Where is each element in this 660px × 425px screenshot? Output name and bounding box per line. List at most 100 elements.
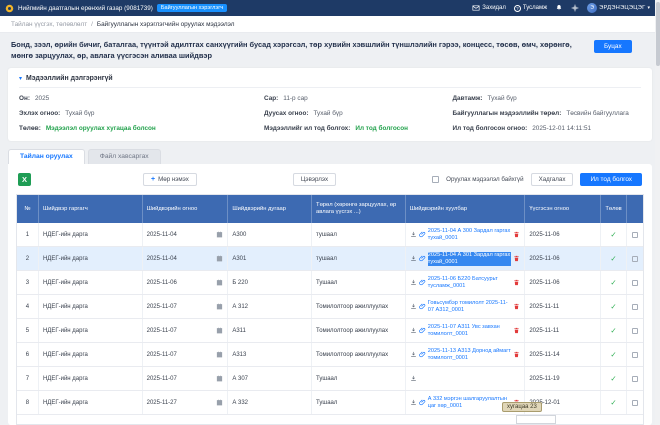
- toolbar-right: Оруулах мэдээлэл байхгүй Хадгалах Ил тод…: [432, 173, 642, 186]
- col-header-extra: [627, 195, 643, 223]
- col-header-status: Төлөв: [601, 195, 627, 223]
- calendar-icon[interactable]: [216, 279, 223, 286]
- row-number: 6: [26, 352, 29, 358]
- detail-field-status: Төлөв:Мэдээлэл оруулах хугацаа болсон: [19, 125, 264, 132]
- calendar-icon[interactable]: [216, 255, 223, 262]
- row-action-icon[interactable]: [632, 304, 638, 310]
- table-row[interactable]: 5 НДЕГ-ийн дарга 2025-11-07 А311 Томилол…: [17, 319, 643, 343]
- attachment-icon: [419, 351, 426, 358]
- breadcrumb-parent[interactable]: Тайлан үүсгэх, төлөвлөлт: [11, 21, 87, 28]
- file-link[interactable]: 2025-11-06 Б220 Батсуурьт тусламж_0001: [428, 276, 512, 289]
- back-button[interactable]: Буцах: [594, 40, 632, 53]
- add-row-button[interactable]: + Мөр нэмэх: [143, 173, 197, 186]
- download-icon[interactable]: [410, 279, 417, 286]
- delete-icon[interactable]: [513, 303, 520, 310]
- help-label: Тусламж: [523, 5, 547, 11]
- calendar-icon[interactable]: [216, 303, 223, 310]
- detail-field-month: Сар:11-р сар: [264, 95, 452, 102]
- created-date: 2025-11-19: [529, 376, 559, 382]
- delete-icon[interactable]: [513, 255, 520, 262]
- file-link[interactable]: А 332 мэргэн шалгаруулалтын цаг хөр_0001: [428, 396, 512, 409]
- table-row[interactable]: 2 НДЕГ-ийн дарга 2025-11-04 А301 тушаал …: [17, 247, 643, 271]
- table-row[interactable]: 6 НДЕГ-ийн дарга 2025-11-07 А313 Томилол…: [17, 343, 643, 367]
- decision-issuer: НДЕГ-ийн дарга: [43, 328, 88, 334]
- hint-tooltip: хугацаа 23: [502, 402, 542, 412]
- delete-icon[interactable]: [513, 327, 520, 334]
- decision-date-value: 2025-11-04: [147, 256, 177, 262]
- decision-issuer: НДЕГ-ийн дарга: [43, 352, 88, 358]
- delete-icon[interactable]: [513, 231, 520, 238]
- decision-type: тушаал: [316, 232, 337, 238]
- table-row[interactable]: 8 НДЕГ-ийн дарга 2025-11-27 А 332 Тушаал…: [17, 391, 643, 415]
- calendar-icon[interactable]: [216, 327, 223, 334]
- decision-type: Томилолтоор ажиллуулах: [316, 328, 388, 334]
- clear-button[interactable]: Цэвэрлэх: [293, 173, 336, 186]
- details-section-toggle[interactable]: ▾ Мэдээллийн дэлгэрэнгүй: [19, 75, 641, 88]
- decision-date-value: 2025-11-27: [147, 400, 177, 406]
- calendar-icon[interactable]: [216, 231, 223, 238]
- calendar-icon[interactable]: [216, 375, 223, 382]
- user-menu[interactable]: Э ЭРДЭНЭЦЭЦЭГ ▾: [587, 3, 650, 13]
- file-link[interactable]: 2025-11-04 А 300 Зардал гаргах тухай_000…: [428, 228, 512, 241]
- chevron-down-icon: ▾: [19, 75, 22, 82]
- content-card: X + Мөр нэмэх Цэвэрлэх Оруулах мэдээлэл …: [8, 164, 652, 425]
- download-icon[interactable]: [410, 399, 417, 406]
- file-link[interactable]: 2025-11-04 А 301 Зардал гаргах тухай_000…: [428, 252, 512, 265]
- file-link[interactable]: 2025-11-13 А313 Дорнод аймагт томилолт_0…: [428, 348, 512, 361]
- download-icon[interactable]: [410, 231, 417, 238]
- table-row[interactable]: 7 НДЕГ-ийн дарга 2025-11-07 А 307 Тушаал…: [17, 367, 643, 391]
- bell-icon[interactable]: [555, 4, 563, 12]
- col-header-file-copy: Шийдвэрийн хуулбар: [406, 195, 526, 223]
- col-header-issuer: Шийдвэр гаргагч: [39, 195, 143, 223]
- tab-report-entry[interactable]: Тайлан оруулах: [8, 149, 85, 164]
- save-button[interactable]: Хадгалах: [531, 173, 574, 186]
- top-header: Нийгмийн даатгалын ерөнхий газар (908173…: [0, 0, 660, 16]
- calendar-icon[interactable]: [216, 399, 223, 406]
- no-data-checkbox[interactable]: [432, 176, 439, 183]
- decision-number: А 332: [232, 400, 248, 406]
- row-number: 2: [26, 256, 29, 262]
- app-logo-icon: [5, 4, 14, 13]
- file-link[interactable]: Говьсүмбэр томилолт 2025-11-07 А312_0001: [428, 300, 512, 313]
- row-action-icon[interactable]: [632, 256, 638, 262]
- created-date: 2025-11-06: [529, 256, 559, 262]
- delete-icon[interactable]: [513, 351, 520, 358]
- scrollbar-thumb[interactable]: [656, 2, 660, 66]
- breadcrumb-separator: /: [91, 21, 93, 28]
- delete-icon[interactable]: [513, 279, 520, 286]
- attachment-icon: [419, 279, 426, 286]
- settings-gear-icon[interactable]: [571, 4, 579, 12]
- row-action-icon[interactable]: [632, 280, 638, 286]
- tab-file-attach[interactable]: Файл хавсаргах: [88, 149, 161, 164]
- decision-type: Томилолтоор ажиллуулах: [316, 352, 388, 358]
- status-check-icon: ✓: [610, 302, 616, 311]
- calendar-icon[interactable]: [216, 351, 223, 358]
- table-row[interactable]: 4 НДЕГ-ийн дарга 2025-11-07 А 312 Томило…: [17, 295, 643, 319]
- status-check-icon: ✓: [610, 278, 616, 287]
- download-icon[interactable]: [410, 351, 417, 358]
- col-header-type: Төрөл (хөрөнгө зарцуулах, өр авлага үүсг…: [312, 195, 406, 223]
- row-action-icon[interactable]: [632, 400, 638, 406]
- publish-button[interactable]: Ил тод болгох: [580, 173, 642, 186]
- status-check-icon: ✓: [610, 350, 616, 359]
- details-card: ▾ Мэдээллийн дэлгэрэнгүй Он:2025 Сар:11-…: [8, 68, 652, 141]
- row-action-icon[interactable]: [632, 328, 638, 334]
- row-action-icon[interactable]: [632, 232, 638, 238]
- mail-menu[interactable]: Захидал: [472, 4, 506, 12]
- vertical-scrollbar[interactable]: [655, 0, 660, 425]
- table-row[interactable]: 1 НДЕГ-ийн дарга 2025-11-04 А300 тушаал …: [17, 223, 643, 247]
- excel-export-icon[interactable]: X: [18, 173, 31, 186]
- row-action-icon[interactable]: [632, 352, 638, 358]
- file-link[interactable]: 2025-11-07 А311 Увс завхан томилолт_0001: [428, 324, 512, 337]
- download-icon[interactable]: [410, 303, 417, 310]
- download-icon[interactable]: [410, 327, 417, 334]
- help-menu[interactable]: ? Тусламж: [514, 5, 547, 12]
- table-row[interactable]: 3 НДЕГ-ийн дарга 2025-11-06 Б 220 Тушаал…: [17, 271, 643, 295]
- decision-date-value: 2025-11-06: [147, 280, 177, 286]
- avatar: Э: [587, 3, 597, 13]
- download-icon[interactable]: [410, 375, 417, 382]
- row-action-icon[interactable]: [632, 376, 638, 382]
- download-icon[interactable]: [410, 255, 417, 262]
- mail-label: Захидал: [482, 5, 506, 11]
- decision-date-value: 2025-11-07: [147, 328, 177, 334]
